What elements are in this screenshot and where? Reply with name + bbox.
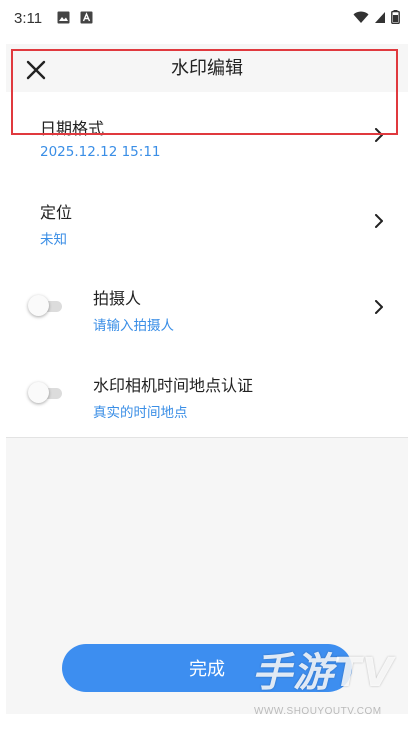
battery-icon xyxy=(391,10,400,24)
status-bar: 3:11 xyxy=(0,0,414,36)
signal-icon xyxy=(375,11,385,23)
row-date-format[interactable]: 日期格式 2025.12.12 15:11 xyxy=(6,92,408,179)
photographer-toggle[interactable] xyxy=(28,295,64,317)
row-subtitle: 真实的时间地点 xyxy=(93,405,188,421)
chevron-right-icon xyxy=(375,214,383,228)
row-subtitle: 2025.12.12 15:11 xyxy=(40,144,161,160)
status-time: 3:11 xyxy=(14,10,43,27)
verification-toggle[interactable] xyxy=(28,382,64,404)
done-button[interactable]: 完成 xyxy=(62,644,352,692)
header: 水印编辑 xyxy=(6,44,408,90)
row-location[interactable]: 定位 未知 xyxy=(6,178,408,265)
toggle-knob xyxy=(28,382,49,403)
row-title: 水印相机时间地点认证 xyxy=(93,376,254,395)
chevron-right-icon xyxy=(375,300,383,314)
chevron-right-icon xyxy=(375,128,383,142)
row-subtitle: 未知 xyxy=(40,232,67,248)
wifi-icon xyxy=(353,11,369,23)
watermark-edit-panel: 水印编辑 日期格式 2025.12.12 15:11 定位 未知 拍摄人 请输入… xyxy=(6,44,408,714)
status-right xyxy=(353,10,400,24)
row-title: 日期格式 xyxy=(40,119,105,138)
page-title: 水印编辑 xyxy=(171,58,243,79)
toggle-knob xyxy=(28,295,49,316)
row-title: 拍摄人 xyxy=(93,289,142,308)
row-title: 定位 xyxy=(40,203,73,222)
app-notification-icon xyxy=(80,11,93,24)
row-photographer[interactable]: 拍摄人 请输入拍摄人 xyxy=(6,264,408,351)
row-subtitle: 请输入拍摄人 xyxy=(93,318,174,334)
row-time-location-verification[interactable]: 水印相机时间地点认证 真实的时间地点 xyxy=(6,350,408,438)
image-notification-icon xyxy=(57,11,70,24)
